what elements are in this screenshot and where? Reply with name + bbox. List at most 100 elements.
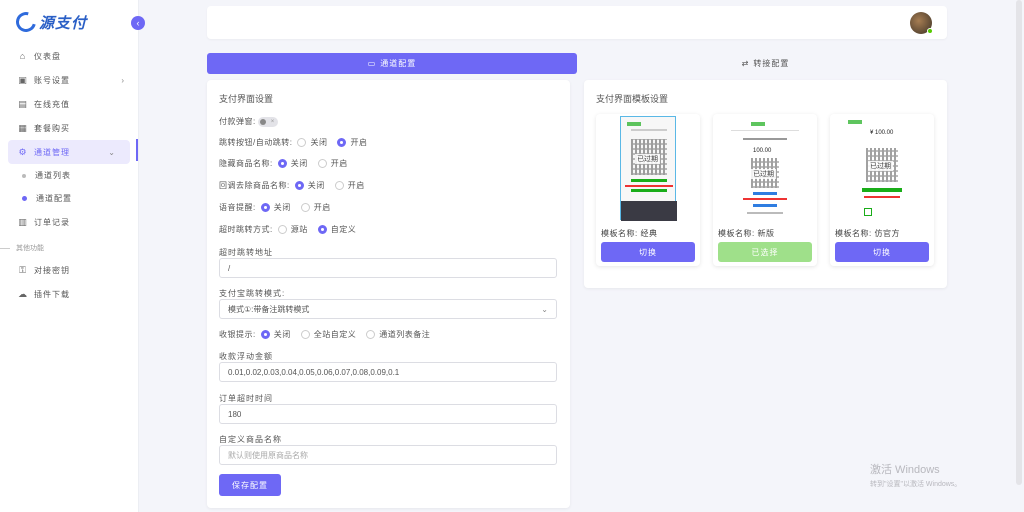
package-icon: ▦ (18, 122, 28, 133)
field-label: 跳转按钮/自动跳转: (219, 138, 293, 147)
template-card-new: 100.00 已过期 模板名称: 新版 已选择 (713, 114, 817, 266)
sidebar-item-label: 订单记录 (34, 217, 70, 227)
page-scrollbar[interactable] (1016, 0, 1022, 485)
sidebar-item-label: 通道管理 (34, 147, 70, 157)
sidebar-item-package[interactable]: ▦ 套餐购买 (0, 116, 139, 140)
input-value: 0.01,0.02,0.03,0.04,0.05,0.06,0.07,0.08,… (228, 367, 400, 377)
voice-off-radio[interactable]: 关闭 (260, 202, 291, 213)
template-switch-button[interactable]: 切换 (601, 242, 695, 262)
custom-name-label: 自定义商品名称 (219, 435, 282, 444)
sidebar-group-label: 其他功能 (0, 238, 139, 258)
tab-transfer-config[interactable]: ⇄ 转接配置 (584, 53, 947, 74)
button-label: 保存配置 (232, 480, 268, 490)
radio-label: 开启 (350, 138, 368, 147)
callback-on-radio[interactable]: 开启 (334, 180, 365, 191)
receipt-row: 收银提示: 关闭 全站自定义 通道列表备注 (219, 329, 430, 340)
sidebar-item-label: 对接密钥 (34, 265, 70, 275)
timeout-origin-radio[interactable]: 源站 (277, 224, 308, 235)
template-switch-button[interactable]: 切换 (835, 242, 929, 262)
user-card-icon: ▣ (18, 74, 28, 85)
voice-on-radio[interactable]: 开启 (300, 202, 331, 213)
template-card-official: ¥ 100.00 已过期 模板名称: 仿官方 切换 (830, 114, 934, 266)
divider (0, 247, 10, 249)
chevron-down-icon: ⌄ (108, 147, 116, 157)
order-icon: ▥ (18, 216, 28, 227)
float-amount-input[interactable]: 0.01,0.02,0.03,0.04,0.05,0.06,0.07,0.08,… (219, 362, 557, 382)
payment-settings-card: 支付界面设置 付款弹窗: × 跳转按钮/自动跳转: 关闭 开启 隐藏商品名称: … (207, 80, 570, 508)
sidebar-item-orders[interactable]: ▥ 订单记录 (0, 210, 139, 234)
home-icon: ⌂ (19, 51, 27, 61)
custom-name-input[interactable]: 默认则使用原商品名称 (219, 445, 557, 465)
sidebar-item-channel-management[interactable]: ⚙ 通道管理 ⌄ (8, 140, 130, 164)
field-label: 隐藏商品名称: (219, 159, 273, 168)
receipt-site-custom-radio[interactable]: 全站自定义 (300, 329, 357, 340)
popup-row: 付款弹窗: × (219, 116, 278, 127)
voice-row: 语音提醒: 关闭 开启 (219, 202, 331, 213)
tab-label: 转接配置 (753, 59, 790, 68)
alipay-mode-select[interactable]: 模式①:带备注跳转模式 ⌄ (219, 299, 557, 319)
template-amount: 100.00 (753, 148, 772, 154)
radio-label: 开启 (313, 203, 331, 212)
hide-name-off-radio[interactable]: 关闭 (277, 158, 308, 169)
field-label: 回调去除商品名称: (219, 181, 290, 190)
jump-on-radio[interactable]: 开启 (337, 137, 367, 148)
active-indicator (136, 139, 138, 161)
template-name: 模板名称: 新版 (718, 229, 775, 238)
callback-row: 回调去除商品名称: 关闭 开启 (219, 180, 365, 191)
template-selected-button[interactable]: 已选择 (718, 242, 812, 262)
chevron-left-icon: ‹ (136, 18, 140, 28)
popup-toggle[interactable]: × (257, 116, 278, 127)
template-preview: ¥ 100.00 已过期 (830, 114, 934, 224)
timeout-mode-row: 超时跳转方式: 源站 自定义 (219, 224, 356, 235)
hide-name-on-radio[interactable]: 开启 (317, 158, 348, 169)
sidebar-item-label: 仪表盘 (34, 51, 61, 61)
sidebar-item-api-key[interactable]: ⚿ 对接密钥 (0, 258, 139, 282)
radio-label: 关闭 (307, 181, 325, 190)
timeout-url-input[interactable]: / (219, 258, 557, 278)
radio-label: 关闭 (310, 138, 328, 147)
order-timeout-label: 订单超时时间 (219, 394, 273, 403)
radio-label: 关闭 (273, 203, 291, 212)
sidebar-item-dashboard[interactable]: ⌂ 仪表盘 (0, 44, 139, 68)
input-value: 180 (228, 409, 242, 419)
save-button[interactable]: 保存配置 (219, 474, 281, 496)
order-timeout-input[interactable]: 180 (219, 404, 557, 424)
brand-logo[interactable]: 源支付 (12, 8, 88, 36)
receipt-channel-note-radio[interactable]: 通道列表备注 (366, 329, 430, 340)
sidebar-item-plugin-download[interactable]: ☁ 插件下载 (0, 282, 139, 306)
radio-label: 关闭 (273, 330, 291, 339)
gear-icon: ⚙ (18, 146, 28, 157)
sidebar-nav: ⌂ 仪表盘 ▣ 账号设置 › ▤ 在线充值 ▦ 套餐购买 ⚙ 通道管理 ⌄ 通道… (0, 44, 139, 306)
input-value: / (228, 263, 231, 273)
online-status-icon (927, 28, 933, 34)
close-icon: × (270, 118, 275, 125)
callback-off-radio[interactable]: 关闭 (294, 180, 325, 191)
watermark-line1: 激活 Windows (870, 464, 940, 476)
sidebar-item-label: 插件下载 (34, 289, 70, 299)
sidebar-item-recharge[interactable]: ▤ 在线充值 (0, 92, 139, 116)
wallet-icon: ▤ (18, 98, 28, 109)
button-label: 切换 (639, 247, 657, 257)
jump-off-radio[interactable]: 关闭 (297, 137, 327, 148)
sidebar-subitem-channel-config[interactable]: 通道配置 (0, 187, 139, 210)
logo-text: 源支付 (39, 13, 88, 32)
receipt-off-radio[interactable]: 关闭 (260, 329, 291, 340)
input-placeholder: 默认则使用原商品名称 (228, 450, 308, 460)
template-name: 模板名称: 经典 (601, 229, 658, 238)
sidebar-item-account[interactable]: ▣ 账号设置 › (0, 68, 139, 92)
radio-label: 开启 (330, 159, 348, 168)
tab-channel-config[interactable]: ▭ 通道配置 (207, 53, 577, 74)
key-icon: ⚿ (19, 264, 27, 275)
template-amount: ¥ 100.00 (870, 130, 894, 136)
avatar[interactable] (910, 12, 933, 34)
card-title: 支付界面模板设置 (596, 94, 669, 104)
sidebar-item-label: 账号设置 (34, 75, 70, 85)
button-label: 已选择 (751, 247, 779, 257)
template-preview: 已过期 (596, 114, 700, 224)
timeout-custom-radio[interactable]: 自定义 (317, 224, 357, 235)
sidebar-item-label: 通道配置 (36, 194, 72, 203)
sidebar-collapse-button[interactable]: ‹ (131, 16, 145, 30)
tab-label: 通道配置 (380, 59, 417, 68)
expired-stamp: 已过期 (868, 161, 893, 171)
sidebar-subitem-channel-list[interactable]: 通道列表 (0, 164, 139, 187)
